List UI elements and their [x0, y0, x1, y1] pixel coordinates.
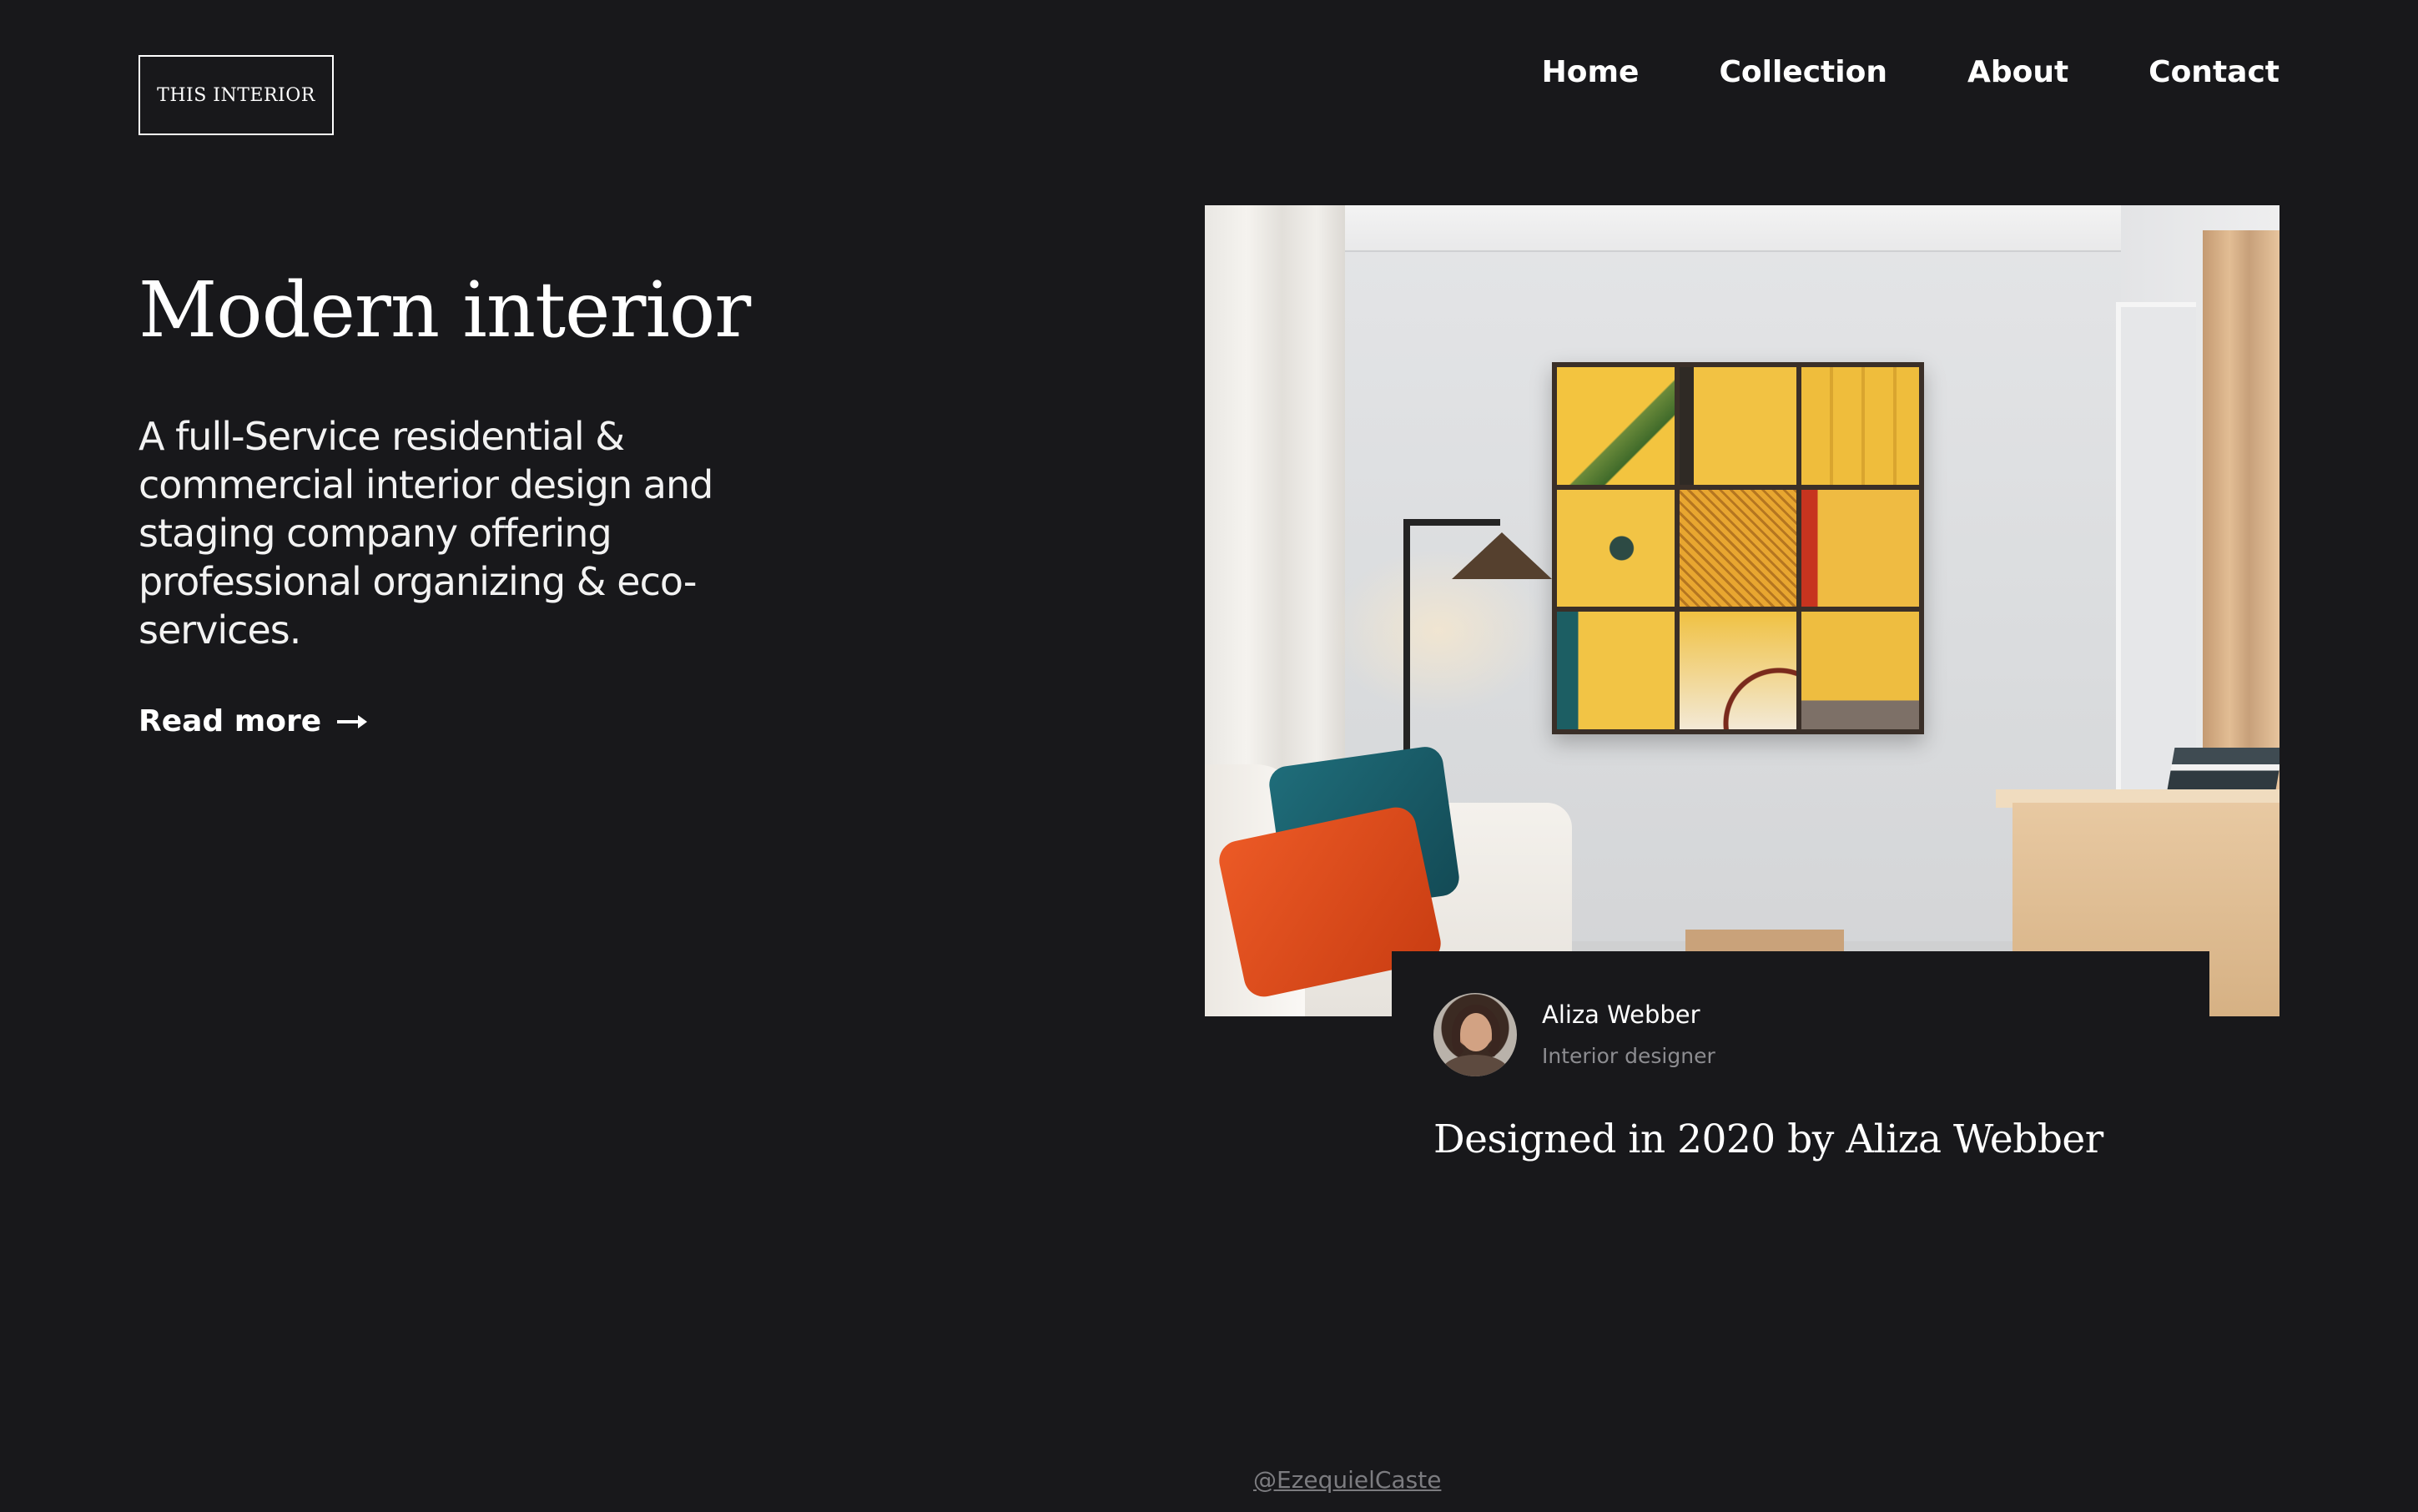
design-caption: Designed in 2020 by Aliza Webber	[1433, 1116, 2103, 1162]
avatar-hair	[1452, 1005, 1500, 1063]
ceiling	[1205, 205, 2279, 252]
nav-home-link[interactable]: Home	[1542, 52, 1640, 93]
author-credit-link[interactable]: @EzequielCaste	[1253, 1464, 1441, 1497]
hero-title: Modern interior	[139, 265, 751, 355]
artwork-tile	[1679, 612, 1797, 729]
floor-lamp-shade	[1452, 532, 1552, 579]
read-more-link[interactable]: Read more	[139, 701, 368, 743]
artwork-tile	[1679, 489, 1797, 607]
nav-collection-link[interactable]: Collection	[1719, 52, 1887, 93]
designer-role: Interior designer	[1542, 1044, 1715, 1068]
main-nav: Home Collection About Contact	[1542, 52, 2279, 93]
books-stack	[2167, 748, 2279, 789]
artwork-tile	[1801, 367, 1919, 485]
wall-artwork	[1552, 362, 1924, 734]
nav-contact-link[interactable]: Contact	[2148, 52, 2279, 93]
artwork-tile	[1801, 612, 1919, 729]
read-more-label: Read more	[139, 704, 322, 738]
artwork-tile	[1557, 489, 1675, 607]
hero-description: A full-Service residential & commercial …	[139, 414, 713, 653]
designer-card: Aliza Webber Interior designer	[1392, 951, 2209, 1093]
artwork-tile	[1557, 367, 1675, 485]
artwork-tile	[1679, 367, 1797, 485]
nav-about-link[interactable]: About	[1967, 52, 2068, 93]
page: THIS INTERIOR Home Collection About Cont…	[0, 0, 2418, 1512]
designer-name: Aliza Webber	[1542, 1000, 1700, 1029]
arrow-right-icon	[337, 715, 368, 728]
artwork-tile	[1801, 489, 1919, 607]
site-logo[interactable]: THIS INTERIOR	[139, 55, 334, 135]
hero-room-image	[1205, 205, 2279, 1016]
designer-avatar[interactable]	[1433, 993, 1517, 1076]
artwork-tile	[1557, 612, 1675, 729]
floor-lamp-arm	[1403, 519, 1500, 526]
